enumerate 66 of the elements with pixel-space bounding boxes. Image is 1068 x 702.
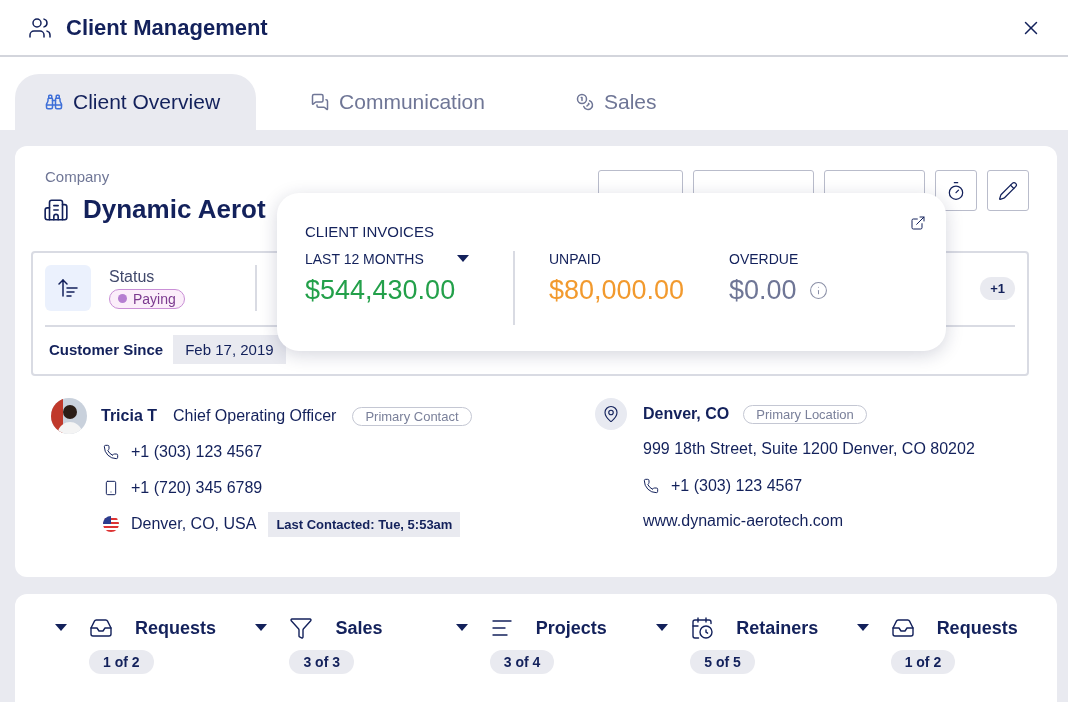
tab[interactable]: Client Overview	[15, 74, 257, 130]
module-title: Retainers	[736, 617, 819, 639]
module-title: Projects	[535, 617, 607, 639]
module-count: 1 of 2	[890, 650, 956, 674]
avatar	[51, 398, 87, 434]
stopwatch-icon	[946, 180, 966, 201]
company-name: Dynamic Aerot	[83, 194, 266, 225]
module-title: Sales	[335, 617, 383, 639]
location-detail: +1 (303) 123 4567	[671, 476, 803, 495]
last-contacted-note: Last Contacted: Tue, 5:53am	[268, 511, 461, 537]
building-icon	[43, 196, 69, 223]
phone-icon	[643, 477, 659, 494]
expand-caret[interactable]	[856, 624, 869, 632]
invoices-title: CLIENT INVOICES	[305, 223, 434, 240]
location-name: Denver, CO	[643, 405, 730, 423]
tab[interactable]: Sales	[545, 74, 693, 130]
tab[interactable]: Communication	[281, 74, 521, 130]
unpaid-amount: $80,000.00	[549, 275, 686, 306]
contact-detail: Denver, CO, USA	[131, 515, 257, 533]
location-detail: 999 18th Street, Suite 1200 Denver, CO 80202	[643, 440, 975, 458]
customer-since-value: Feb 17, 2019	[173, 335, 286, 364]
company-label: Company	[44, 168, 110, 185]
chat-icon	[311, 93, 330, 111]
module-title: Requests	[135, 617, 217, 639]
status-text: Paying	[133, 290, 176, 307]
overdue-amount: $0.00	[729, 275, 797, 306]
phone-icon	[103, 444, 119, 460]
edit-button[interactable]	[987, 170, 1029, 211]
expand-caret[interactable]	[55, 624, 67, 632]
contact-role: Chief Operating Officer	[173, 407, 337, 425]
contact-name: Tricia T	[101, 407, 158, 425]
external-link-button[interactable]	[910, 215, 926, 231]
binoculars-icon	[45, 93, 63, 111]
contact-detail: +1 (303) 123 4567	[131, 443, 263, 461]
expand-caret[interactable]	[455, 624, 468, 632]
contact-detail: +1 (720) 345 6789	[131, 479, 263, 497]
location-icon	[595, 398, 627, 430]
module-title: Requests	[936, 617, 1018, 639]
timer-button[interactable]	[935, 170, 977, 211]
overdue-label: OVERDUE	[729, 251, 800, 267]
info-icon[interactable]	[808, 281, 828, 300]
mobile-icon	[103, 480, 119, 496]
period-label: LAST 12 MONTHS	[305, 251, 424, 267]
pencil-icon	[998, 180, 1018, 201]
unpaid-label: UNPAID	[549, 251, 602, 267]
expand-caret[interactable]	[656, 624, 669, 632]
module-count: 5 of 5	[690, 650, 755, 674]
inbox-icon	[890, 616, 915, 640]
module-count: 1 of 2	[89, 650, 154, 674]
calendar-icon	[690, 616, 715, 640]
customer-since-label: Customer Since	[49, 341, 164, 358]
window-title: Client Management	[66, 14, 269, 41]
expand-caret[interactable]	[255, 624, 268, 632]
module-count: 3 of 4	[489, 650, 555, 674]
module-count: 3 of 3	[289, 650, 354, 674]
website-link[interactable]: www.dynamic-aerotech.com	[643, 511, 844, 530]
inbox-icon	[89, 616, 113, 640]
users-icon	[28, 15, 52, 40]
coins-icon	[575, 93, 594, 111]
funnel-icon	[289, 616, 314, 640]
status-label: Status	[109, 267, 156, 286]
period-dropdown-caret[interactable]	[457, 255, 469, 263]
sort-icon	[45, 265, 91, 311]
more-badge[interactable]: +1	[980, 276, 1015, 300]
flag-icon	[103, 516, 119, 532]
total-amount: $544,430.00	[305, 275, 457, 306]
